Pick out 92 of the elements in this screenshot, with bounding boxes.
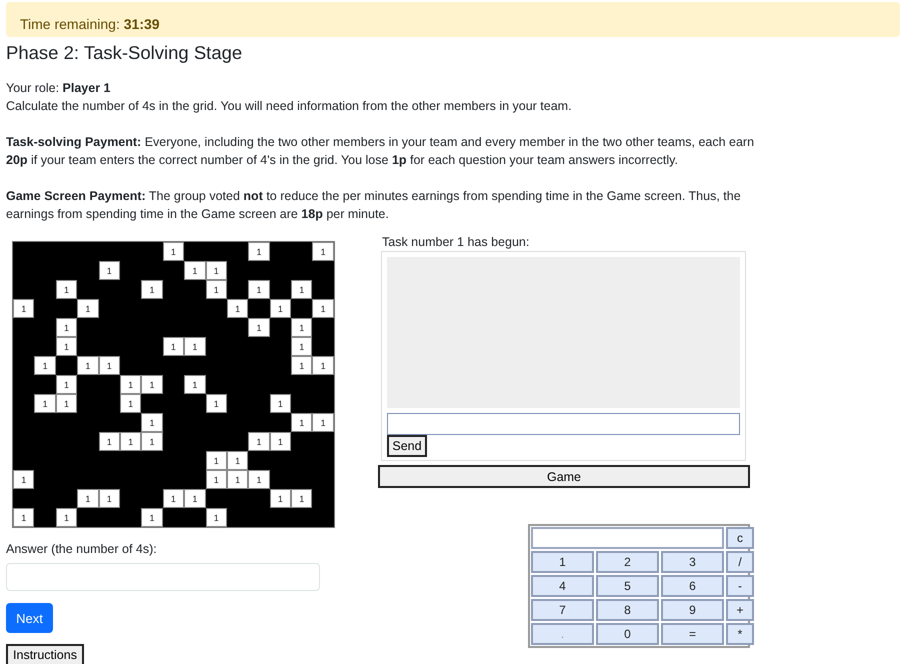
grid-cell: 1 [226,299,248,318]
grid-cell: 1 [206,394,227,413]
grid-cell: 1 [77,356,99,375]
grid-cell: 1 [248,318,270,337]
grid-cell: 1 [56,375,78,394]
calculator-key[interactable]: / [726,551,754,573]
grid-cell: 1 [13,299,34,318]
grid-cell: 1 [312,299,334,318]
grid-cell: 1 [120,394,142,413]
calculator-key[interactable]: c [726,527,754,549]
grid-cell: 1 [120,375,142,394]
grid-cell: 1 [312,242,334,261]
calculator-key[interactable]: 7 [531,599,594,621]
grid-cell: 1 [206,470,227,489]
calculator-key[interactable]: 8 [596,599,659,621]
grid-cell: 1 [184,489,206,508]
grid-cell: 1 [291,413,312,432]
calculator-display[interactable] [531,527,724,549]
grid-cell: 1 [141,280,163,299]
grid-cell: 1 [291,318,312,337]
calculator-key[interactable]: 1 [531,551,594,573]
grid-cell: 1 [162,337,184,356]
instruction-text: Task-solving Payment: Everyone, including the two other members in your team and every member in the two other teams, each earn 20p if your team enters the correct number of 4's in the grid. You lose 1p for each question your team answers incorrectly. [6,134,756,169]
grid-cell: 1 [206,451,227,470]
grid-cell: 1 [184,337,206,356]
grid-cell: 1 [270,432,292,451]
role-text: Your role: Player 1 [6,80,112,97]
grid-cell: 1 [162,242,184,261]
grid-cell: 1 [77,489,99,508]
grid-cell: 1 [56,337,78,356]
grid-cell: 1 [141,508,163,527]
grid-cell: 1 [248,432,270,451]
grid-cell: 1 [184,261,206,280]
instructions-button[interactable]: Instructions [6,644,84,664]
calculator-key[interactable]: + [726,599,754,621]
page-title: Phase 2: Task-Solving Stage [6,41,244,65]
grid-cell: 1 [291,356,312,375]
instruction-text: Game Screen Payment: The group voted not to reduce the per minutes earnings from spending time in the Game screen. Thus, the earnings from spending time in the Game screen are 18p per minute. [6,188,742,223]
grid-cell: 1 [56,394,78,413]
grid-cell: 1 [291,280,312,299]
grid-cell: 1 [206,508,227,527]
timer-text: Time remaining: 31:39 [20,16,160,32]
grid-cell: 1 [13,508,34,527]
calculator-key[interactable]: 4 [531,575,594,597]
chat-input[interactable] [387,413,740,435]
calculator-key[interactable]: 3 [661,551,724,573]
grid-cell: 1 [312,413,334,432]
grid-cell: 1 [226,470,248,489]
game-button[interactable]: Game [378,465,750,488]
grid-cell: 1 [270,394,292,413]
grid-cell: 1 [56,508,78,527]
grid-cell: 1 [226,451,248,470]
grid-cell: 1 [34,356,56,375]
grid-cell: 1 [270,299,292,318]
grid-cell: 1 [120,432,142,451]
answer-field[interactable] [6,563,320,591]
grid-cell: 1 [248,470,270,489]
instruction-text: Calculate the number of 4s in the grid. You will need information from the other members in your team. [6,98,573,115]
grid-cell: 1 [206,261,227,280]
grid-cell: 1 [56,318,78,337]
grid-cell: 1 [162,489,184,508]
grid-cell: 1 [291,489,312,508]
grid-cell: 1 [184,375,206,394]
grid-cell: 1 [141,375,163,394]
grid-cell: 1 [141,432,163,451]
grid-cell: 1 [77,299,99,318]
calculator-key[interactable]: 6 [661,575,724,597]
calculator-key[interactable]: 5 [596,575,659,597]
calculator-key[interactable]: 2 [596,551,659,573]
next-button[interactable]: Next [6,603,53,633]
grid-cell: 1 [248,242,270,261]
chat-label: Task number 1 has begun: [382,235,530,249]
grid-cell: 1 [291,337,312,356]
grid-cell: 1 [248,280,270,299]
grid-cell: 1 [98,489,120,508]
grid-cell: 1 [56,280,78,299]
grid-cell: 1 [98,356,120,375]
grid-cell: 1 [270,489,292,508]
calculator-key[interactable]: - [726,575,754,597]
send-button[interactable]: Send [387,435,427,457]
grid-cell: 1 [206,280,227,299]
grid-cell: 1 [98,432,120,451]
calculator-key[interactable]: 0 [596,623,659,645]
grid-cell: 1 [312,356,334,375]
calculator-key[interactable]: 9 [661,599,724,621]
grid-cell: 1 [98,261,120,280]
grid-cell: 1 [141,413,163,432]
answer-label: Answer (the number of 4s): [6,542,158,556]
grid-cell: 1 [13,470,34,489]
calculator-key[interactable]: * [726,623,754,645]
calculator-key[interactable]: = [661,623,724,645]
grid-cell: 1 [34,394,56,413]
